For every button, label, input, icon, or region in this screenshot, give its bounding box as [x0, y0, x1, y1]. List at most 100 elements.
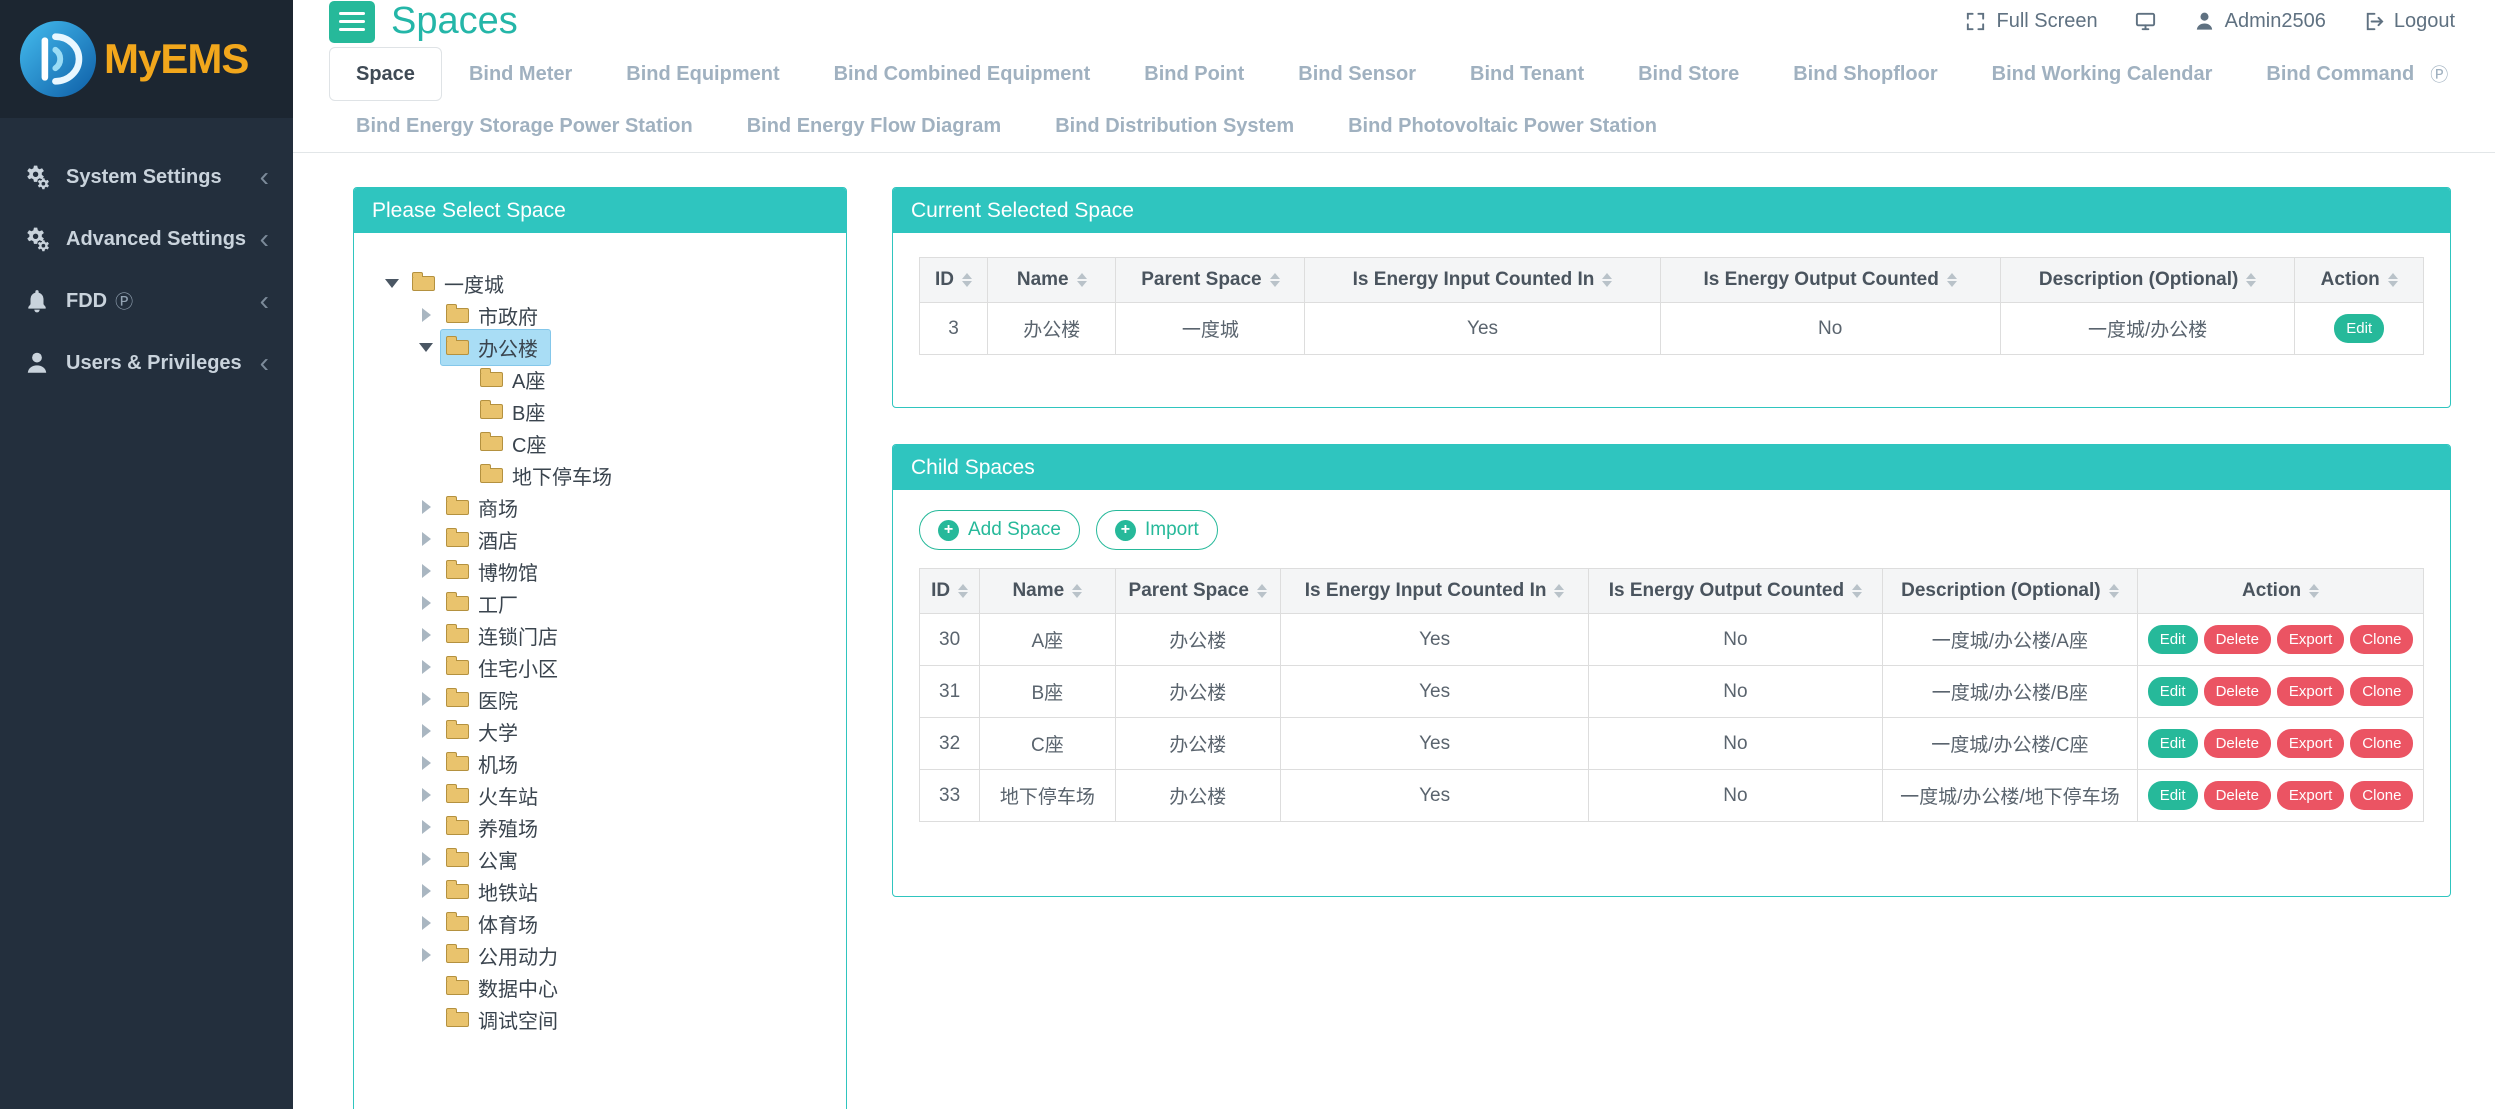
delete-button[interactable]: Delete: [2204, 625, 2271, 654]
tab-bind-working-calendar[interactable]: Bind Working Calendar: [1965, 47, 2240, 101]
export-button[interactable]: Export: [2277, 781, 2344, 810]
edit-button[interactable]: Edit: [2334, 314, 2384, 343]
column-header-id[interactable]: ID: [920, 569, 980, 614]
column-header-is-energy-input-counted-in[interactable]: Is Energy Input Counted In: [1280, 569, 1588, 614]
tree-node-label[interactable]: 连锁门店: [440, 617, 571, 654]
tree-node-label[interactable]: 体育场: [440, 905, 551, 942]
tree-node-label[interactable]: 地铁站: [440, 873, 551, 910]
tab-bind-distribution-system[interactable]: Bind Distribution System: [1028, 101, 1321, 152]
column-header-parent-space[interactable]: Parent Space: [1116, 258, 1305, 303]
expand-arrow-icon[interactable]: [412, 692, 440, 706]
export-button[interactable]: Export: [2277, 677, 2344, 706]
tree-node-label[interactable]: 办公楼: [440, 329, 551, 366]
column-header-name[interactable]: Name: [980, 569, 1115, 614]
tab-bind-photovoltaic-power-station[interactable]: Bind Photovoltaic Power Station: [1321, 101, 1684, 152]
sidebar-item-advanced-settings[interactable]: Advanced Settings‹: [0, 208, 293, 270]
column-header-action[interactable]: Action: [2138, 569, 2424, 614]
expand-arrow-icon[interactable]: [412, 500, 440, 514]
import-button[interactable]: +Import: [1096, 510, 1218, 550]
brand[interactable]: MyEMS: [0, 0, 293, 118]
tree-node-label[interactable]: 博物馆: [440, 553, 551, 590]
expand-arrow-icon[interactable]: [412, 852, 440, 866]
column-header-parent-space[interactable]: Parent Space: [1115, 569, 1280, 614]
tree-node-label[interactable]: A座: [474, 361, 558, 398]
column-header-is-energy-output-counted[interactable]: Is Energy Output Counted: [1660, 258, 2000, 303]
tab-bind-store[interactable]: Bind Store: [1611, 47, 1766, 101]
delete-button[interactable]: Delete: [2204, 781, 2271, 810]
tree-node-label[interactable]: 医院: [440, 681, 531, 718]
tab-bind-equipment[interactable]: Bind Equipment: [599, 47, 806, 101]
tree-node-label[interactable]: 公用动力: [440, 937, 571, 974]
tree-node-label[interactable]: 酒店: [440, 521, 531, 558]
expand-arrow-icon[interactable]: [412, 628, 440, 642]
edit-button[interactable]: Edit: [2148, 729, 2198, 758]
tree-node-label[interactable]: B座: [474, 393, 558, 430]
expand-arrow-icon[interactable]: [412, 916, 440, 930]
tree-node-label[interactable]: 调试空间: [440, 1001, 571, 1038]
sidebar-item-fdd[interactable]: FDDⓅ‹: [0, 270, 293, 332]
add-space-button[interactable]: +Add Space: [919, 510, 1080, 550]
tree-node-label[interactable]: 地下停车场: [474, 457, 625, 494]
clone-button[interactable]: Clone: [2350, 677, 2413, 706]
tree-node-label[interactable]: 商场: [440, 489, 531, 526]
tree-node-label[interactable]: 大学: [440, 713, 531, 750]
column-header-name[interactable]: Name: [988, 258, 1116, 303]
tab-bind-sensor[interactable]: Bind Sensor: [1271, 47, 1443, 101]
display-button[interactable]: [2134, 10, 2157, 33]
expand-arrow-icon[interactable]: [412, 660, 440, 674]
collapse-arrow-icon[interactable]: [378, 279, 406, 288]
column-header-is-energy-input-counted-in[interactable]: Is Energy Input Counted In: [1305, 258, 1660, 303]
tree-node-label[interactable]: 养殖场: [440, 809, 551, 846]
clone-button[interactable]: Clone: [2350, 625, 2413, 654]
expand-arrow-icon[interactable]: [412, 308, 440, 322]
tree-node-label[interactable]: 机场: [440, 745, 531, 782]
edit-button[interactable]: Edit: [2148, 625, 2198, 654]
tree-node-label[interactable]: C座: [474, 425, 559, 462]
tab-bind-combined-equipment[interactable]: Bind Combined Equipment: [807, 47, 1118, 101]
full-screen-button[interactable]: Full Screen: [1964, 10, 2097, 33]
user-menu[interactable]: Admin2506: [2193, 10, 2326, 33]
tab-bind-energy-storage-power-station[interactable]: Bind Energy Storage Power Station: [329, 101, 720, 152]
column-header-id[interactable]: ID: [920, 258, 988, 303]
clone-button[interactable]: Clone: [2350, 729, 2413, 758]
tab-bind-meter[interactable]: Bind Meter: [442, 47, 599, 101]
tree-node-label[interactable]: 一度城: [406, 265, 517, 302]
expand-arrow-icon[interactable]: [412, 596, 440, 610]
tree-node-label[interactable]: 工厂: [440, 585, 531, 622]
tab-bind-point[interactable]: Bind Point: [1117, 47, 1271, 101]
clone-button[interactable]: Clone: [2350, 781, 2413, 810]
edit-button[interactable]: Edit: [2148, 677, 2198, 706]
tree-node-label[interactable]: 数据中心: [440, 969, 571, 1006]
logout-button[interactable]: Logout: [2362, 10, 2455, 33]
expand-arrow-icon[interactable]: [412, 756, 440, 770]
tab-space[interactable]: Space: [329, 47, 442, 101]
tree-node-label[interactable]: 公寓: [440, 841, 531, 878]
column-header-action[interactable]: Action: [2295, 258, 2424, 303]
expand-arrow-icon[interactable]: [412, 564, 440, 578]
expand-arrow-icon[interactable]: [412, 884, 440, 898]
tree-node-label[interactable]: 住宅小区: [440, 649, 571, 686]
expand-arrow-icon[interactable]: [412, 532, 440, 546]
tab-bind-energy-flow-diagram[interactable]: Bind Energy Flow Diagram: [720, 101, 1028, 152]
column-header-is-energy-output-counted[interactable]: Is Energy Output Counted: [1589, 569, 1882, 614]
expand-arrow-icon[interactable]: [412, 788, 440, 802]
sidebar-item-users-privileges[interactable]: Users & Privileges‹: [0, 332, 293, 394]
export-button[interactable]: Export: [2277, 625, 2344, 654]
delete-button[interactable]: Delete: [2204, 677, 2271, 706]
expand-arrow-icon[interactable]: [412, 724, 440, 738]
delete-button[interactable]: Delete: [2204, 729, 2271, 758]
expand-arrow-icon[interactable]: [412, 948, 440, 962]
collapse-arrow-icon[interactable]: [412, 343, 440, 352]
tab-bind-tenant[interactable]: Bind Tenant: [1443, 47, 1611, 101]
menu-toggle-button[interactable]: [329, 1, 375, 43]
edit-button[interactable]: Edit: [2148, 781, 2198, 810]
tab-bind-command[interactable]: Bind CommandⓅ: [2239, 47, 2475, 101]
export-button[interactable]: Export: [2277, 729, 2344, 758]
expand-arrow-icon[interactable]: [412, 820, 440, 834]
sidebar-item-system-settings[interactable]: System Settings‹: [0, 146, 293, 208]
tree-node-label[interactable]: 市政府: [440, 297, 551, 334]
tree-node-label[interactable]: 火车站: [440, 777, 551, 814]
column-header-description-optional[interactable]: Description (Optional): [1882, 569, 2138, 614]
tab-bind-shopfloor[interactable]: Bind Shopfloor: [1766, 47, 1964, 101]
column-header-description-optional[interactable]: Description (Optional): [2000, 258, 2295, 303]
